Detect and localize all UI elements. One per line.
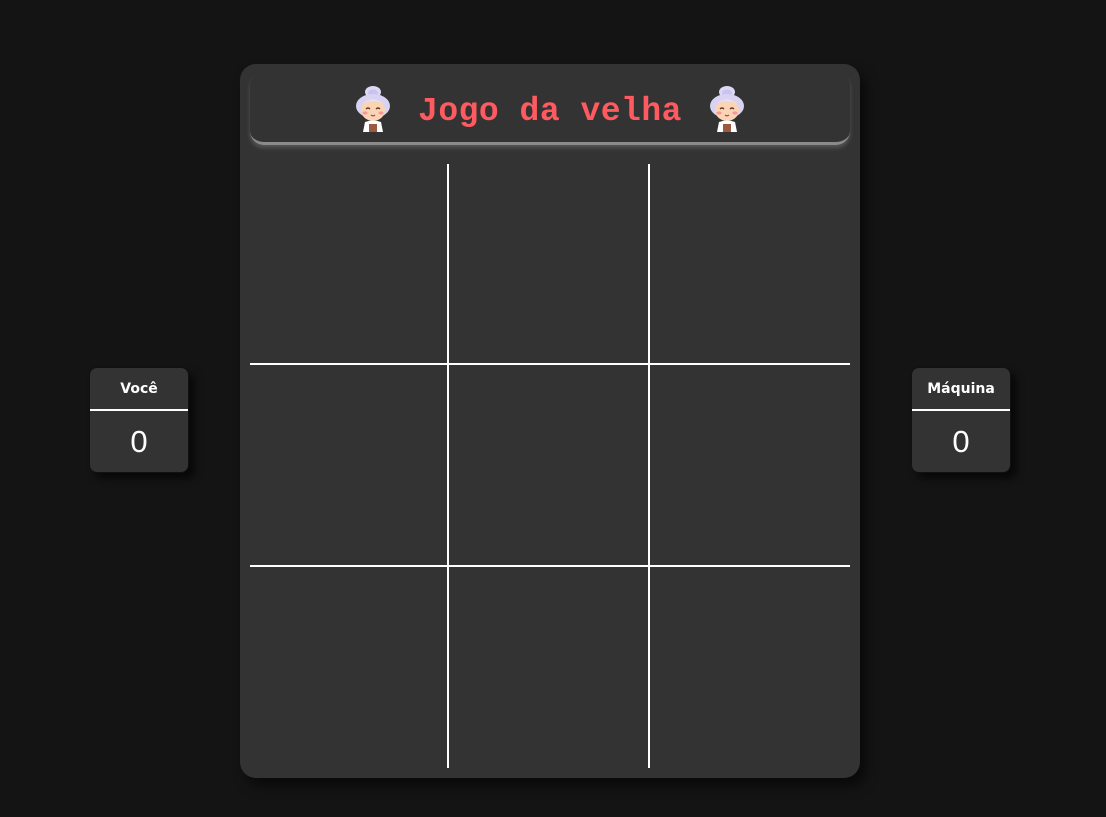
title-bar: Jogo da velha	[250, 72, 850, 145]
board-cell[interactable]	[250, 164, 449, 365]
game-title: Jogo da velha	[418, 92, 682, 130]
board-cell[interactable]	[449, 164, 650, 365]
board-cell[interactable]	[449, 567, 650, 768]
machine-score-card: Máquina 0	[911, 367, 1011, 473]
board-cell[interactable]	[250, 365, 449, 567]
board-cell[interactable]	[650, 365, 850, 567]
board-cell[interactable]	[650, 164, 850, 365]
board-cell[interactable]	[449, 365, 650, 567]
machine-score-value: 0	[952, 424, 970, 459]
grandma-icon	[356, 86, 391, 132]
game-panel: Jogo da velha	[240, 64, 860, 778]
player-score-card: Você 0	[89, 367, 189, 473]
board-cell[interactable]	[250, 567, 449, 768]
player-score-value: 0	[130, 424, 148, 459]
tic-tac-toe-board	[250, 164, 850, 768]
board-cell[interactable]	[650, 567, 850, 768]
machine-score-label: Máquina	[912, 368, 1010, 411]
player-score-label: Você	[90, 368, 188, 411]
grandma-icon	[709, 86, 744, 132]
